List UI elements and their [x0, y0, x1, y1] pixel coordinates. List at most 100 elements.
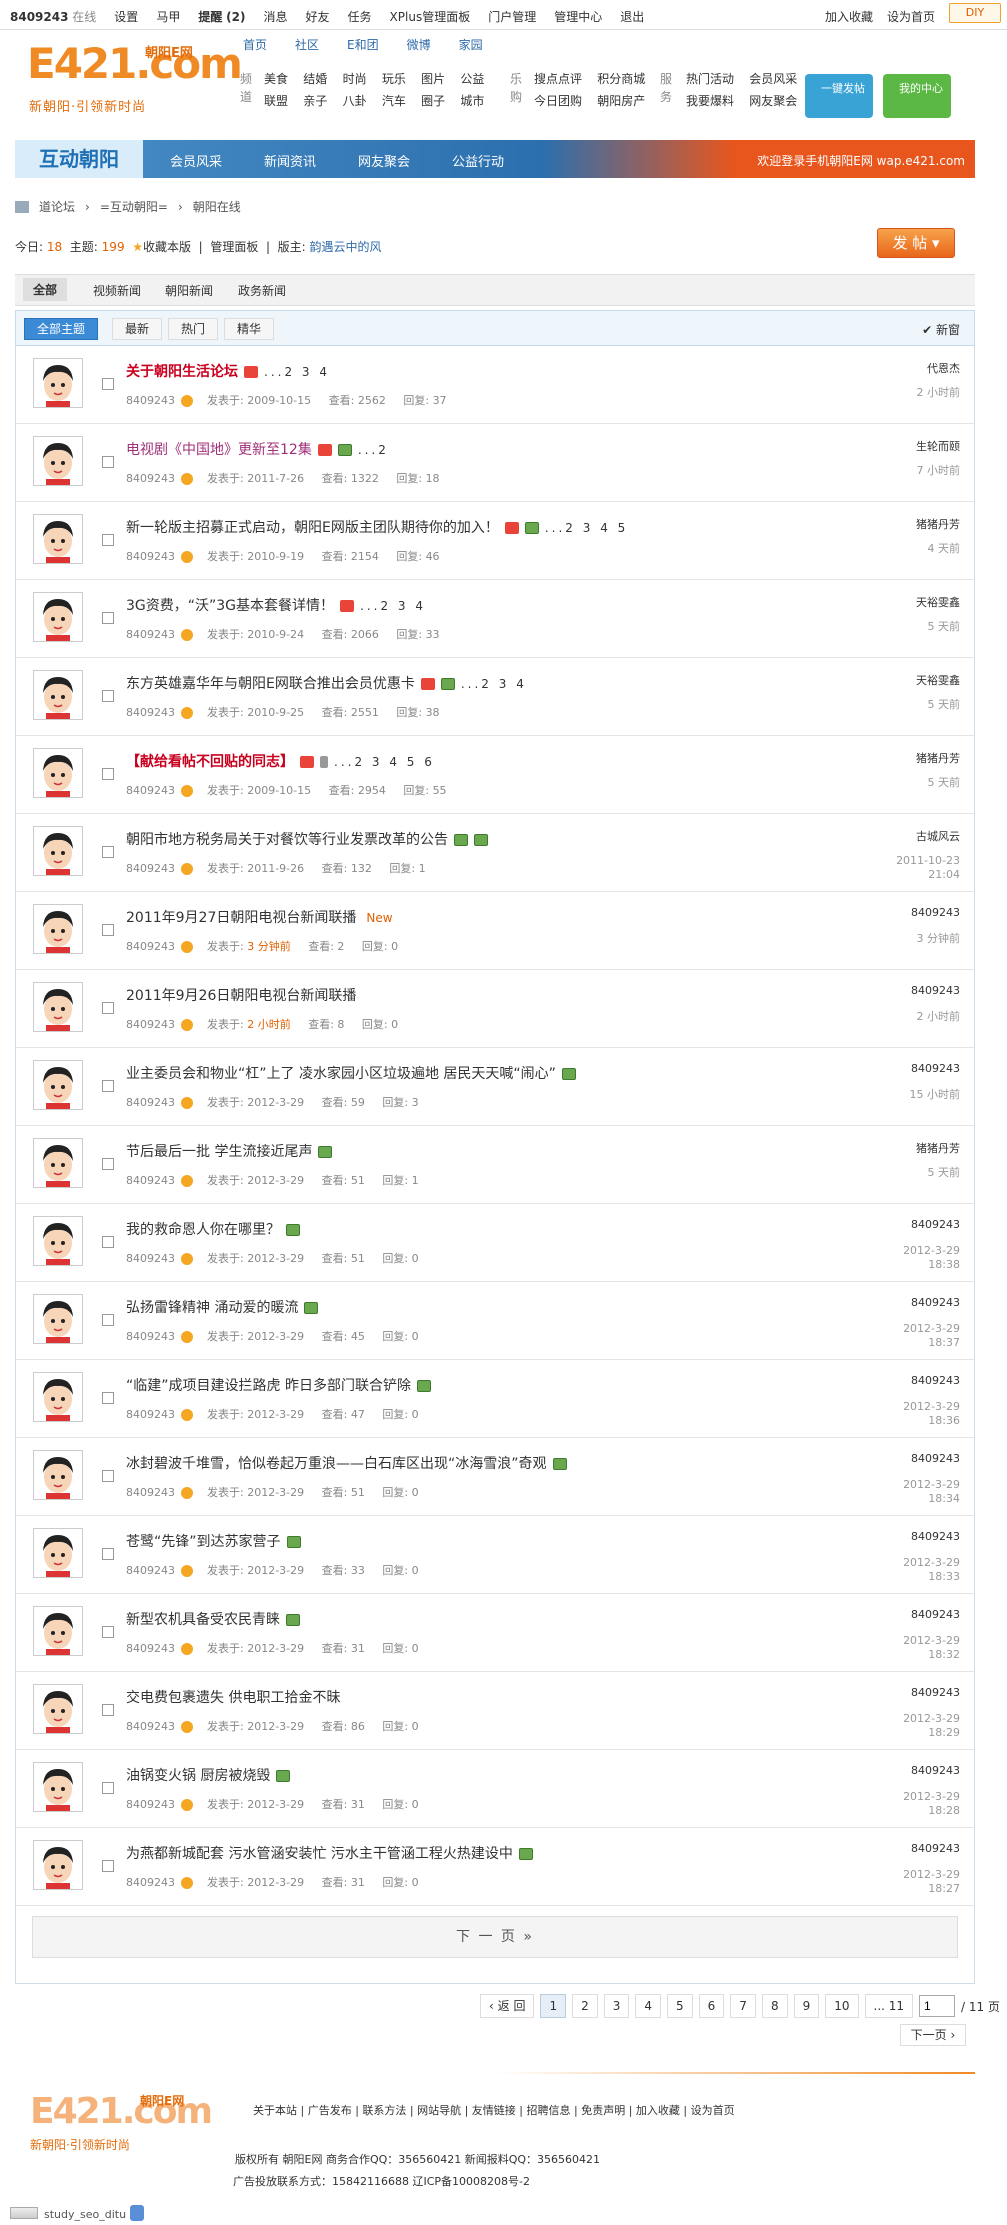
table-row[interactable]: 2011年9月26日朝阳电视台新闻联播 8409243 发表于: 2 小时前 查看:… [16, 970, 974, 1048]
page-link[interactable]: 4 [635, 1994, 662, 2018]
thread-title[interactable]: 为燕都新城配套 污水管涵安装忙 污水主干管涵工程火热建设中 [126, 1846, 513, 1862]
thread-title[interactable]: 交电费包裹遗失 供电职工拾金不昧 [126, 1690, 340, 1706]
shopping-row-2[interactable]: 今日团购 朝阳房产 [534, 92, 645, 109]
settings-link[interactable]: 设置 [114, 8, 138, 25]
select-checkbox[interactable] [102, 1470, 114, 1482]
select-checkbox[interactable] [102, 846, 114, 858]
avatar[interactable] [33, 1138, 83, 1188]
thread-title[interactable]: 冰封碧波千堆雪，恰似卷起万重浪——白石库区出现“冰海雪浪”奇观 [126, 1456, 547, 1472]
avatar[interactable] [33, 670, 83, 720]
manage-panel-link[interactable]: 管理面板 [210, 240, 258, 254]
messages-link[interactable]: 消息 [264, 8, 288, 25]
xplus-link[interactable]: XPlus管理面板 [390, 8, 471, 25]
thread-title[interactable]: 弘扬雷锋精神 涌动爱的暖流 [126, 1300, 298, 1316]
nav-home[interactable]: 首页 [243, 36, 267, 53]
thread-title[interactable]: 新一轮版主招募正式启动，朝阳E网版主团队期待你的加入！ [126, 520, 499, 536]
alt-account-link[interactable]: 马甲 [156, 8, 180, 25]
table-row[interactable]: 东方英雄嘉华年与朝阳E网联合推出会员优惠卡 ...2 3 4 8409243 发表于:… [16, 658, 974, 736]
select-checkbox[interactable] [102, 1704, 114, 1716]
last-poster[interactable]: 8409243 [911, 1686, 960, 1699]
banner-tab-members[interactable]: 会员风采 [170, 151, 222, 170]
select-checkbox[interactable] [102, 534, 114, 546]
last-poster[interactable]: 猪猪丹芳 [916, 750, 960, 766]
select-checkbox[interactable] [102, 1548, 114, 1560]
set-homepage-link[interactable]: 设为首页 [887, 8, 935, 25]
thread-author[interactable]: 8409243 [126, 1876, 175, 1889]
admin-center-link[interactable]: 管理中心 [554, 8, 602, 25]
page-link[interactable]: ... 11 [864, 1994, 914, 2018]
diy-button[interactable]: DIY [949, 3, 1001, 23]
new-post-button[interactable]: 发 帖 ▾ [877, 228, 955, 258]
select-checkbox[interactable] [102, 1314, 114, 1326]
thread-title[interactable]: 我的救命恩人你在哪里？ [126, 1222, 280, 1238]
my-center-button[interactable]: 我的中心 [883, 74, 951, 118]
footer-links[interactable]: 关于本站 | 广告发布 | 联系方法 | 网站导航 | 友情链接 | 招聘信息 … [253, 2102, 735, 2118]
select-checkbox[interactable] [102, 456, 114, 468]
table-row[interactable]: 交电费包裹遗失 供电职工拾金不昧 8409243 发表于: 2012-3-29 查看… [16, 1672, 974, 1750]
thread-author[interactable]: 8409243 [126, 628, 175, 641]
nav-home-space[interactable]: 家园 [459, 36, 483, 53]
select-checkbox[interactable] [102, 378, 114, 390]
thread-pages[interactable]: ...2 3 4 [461, 677, 527, 691]
thread-title[interactable]: 节后最后一批 学生流接近尾声 [126, 1144, 312, 1160]
thread-title[interactable]: 业主委员会和物业“杠”上了 凌水家园小区垃圾遍地 居民天天喊“闹心” [126, 1066, 556, 1082]
last-poster[interactable]: 8409243 [911, 1608, 960, 1621]
cat-chaoyang[interactable]: 朝阳新闻 [165, 282, 213, 299]
thread-title[interactable]: 苍鹭“先锋”到达苏家营子 [126, 1534, 281, 1550]
thread-pages[interactable]: ...2 3 4 [264, 365, 330, 379]
page-link[interactable]: 7 [730, 1994, 756, 2018]
last-poster[interactable]: 古城风云 [916, 828, 960, 844]
thread-pages[interactable]: ...2 3 4 5 6 [334, 755, 435, 769]
thread-title[interactable]: 电视剧《中国地》更新至12集 [126, 442, 312, 458]
add-favorite-link[interactable]: 加入收藏 [825, 8, 873, 25]
table-row[interactable]: 新一轮版主招募正式启动，朝阳E网版主团队期待你的加入！ ...2 3 4 5 840… [16, 502, 974, 580]
thread-pages[interactable]: ...2 [358, 443, 389, 457]
avatar[interactable] [33, 1372, 83, 1422]
table-row[interactable]: 业主委员会和物业“杠”上了 凌水家园小区垃圾遍地 居民天天喊“闹心” 840924… [16, 1048, 974, 1126]
thread-author[interactable]: 8409243 [126, 472, 175, 485]
thread-author[interactable]: 8409243 [126, 394, 175, 407]
table-row[interactable]: 冰封碧波千堆雪，恰似卷起万重浪——白石库区出现“冰海雪浪”奇观 8409243 发表… [16, 1438, 974, 1516]
select-checkbox[interactable] [102, 1860, 114, 1872]
select-checkbox[interactable] [102, 1626, 114, 1638]
last-poster[interactable]: 8409243 [911, 1296, 960, 1309]
channel-row-1[interactable]: 美食 结婚 时尚 玩乐 图片 公益 [264, 70, 484, 87]
avatar[interactable] [33, 982, 83, 1032]
quick-post-button[interactable]: 一键发帖 [805, 74, 873, 118]
thread-author[interactable]: 8409243 [126, 1330, 175, 1343]
last-poster[interactable]: 8409243 [911, 1764, 960, 1777]
table-row[interactable]: 弘扬雷锋精神 涌动爱的暖流 8409243 发表于: 2012-3-29 查看: 4… [16, 1282, 974, 1360]
portal-admin-link[interactable]: 门户管理 [488, 8, 536, 25]
page-link[interactable]: 1 [540, 1994, 567, 2018]
mobile-site-link[interactable]: 欢迎登录手机朝阳E网 wap.e421.com [757, 152, 965, 169]
favorite-board-link[interactable]: 收藏本版 [143, 240, 191, 254]
page-link[interactable]: 3 [603, 1994, 630, 2018]
table-row[interactable]: “临建”成项目建设拦路虎 昨日多部门联合铲除 8409243 发表于: 2012-3… [16, 1360, 974, 1438]
select-checkbox[interactable] [102, 1158, 114, 1170]
next-page-bar[interactable]: 下 一 页 » [32, 1916, 958, 1958]
thread-author[interactable]: 8409243 [126, 1096, 175, 1109]
nav-weibo[interactable]: 微博 [407, 36, 431, 53]
next-page-button[interactable]: 下一页 › [900, 2024, 966, 2046]
last-poster[interactable]: 8409243 [911, 1842, 960, 1855]
filter-digest[interactable]: 精华 [224, 318, 275, 340]
page-link[interactable]: 2 [572, 1994, 598, 2018]
thread-author[interactable]: 8409243 [126, 940, 175, 953]
thread-author[interactable]: 8409243 [126, 1174, 175, 1187]
table-row[interactable]: 节后最后一批 学生流接近尾声 8409243 发表于: 2012-3-29 查看: … [16, 1126, 974, 1204]
select-checkbox[interactable] [102, 768, 114, 780]
filter-hot[interactable]: 热门 [168, 318, 219, 340]
table-row[interactable]: 电视剧《中国地》更新至12集 ...2 8409243 发表于: 2011-7-26 … [16, 424, 974, 502]
last-poster[interactable]: 代恩杰 [927, 360, 960, 376]
home-icon[interactable] [15, 200, 29, 213]
thread-author[interactable]: 8409243 [126, 1486, 175, 1499]
site-logo[interactable]: E421.com 朝阳E网 新朝阳·引领新时尚 [27, 38, 243, 118]
table-row[interactable]: 为燕都新城配套 污水管涵安装忙 污水主干管涵工程火热建设中 8409243 发表于:… [16, 1828, 974, 1906]
avatar[interactable] [33, 1606, 83, 1656]
avatar[interactable] [33, 1450, 83, 1500]
avatar[interactable] [33, 358, 83, 408]
thread-author[interactable]: 8409243 [126, 706, 175, 719]
table-row[interactable]: 苍鹭“先锋”到达苏家营子 8409243 发表于: 2012-3-29 查看: 33… [16, 1516, 974, 1594]
nav-community[interactable]: 社区 [295, 36, 319, 53]
page-link[interactable]: 10 [825, 1994, 859, 2018]
